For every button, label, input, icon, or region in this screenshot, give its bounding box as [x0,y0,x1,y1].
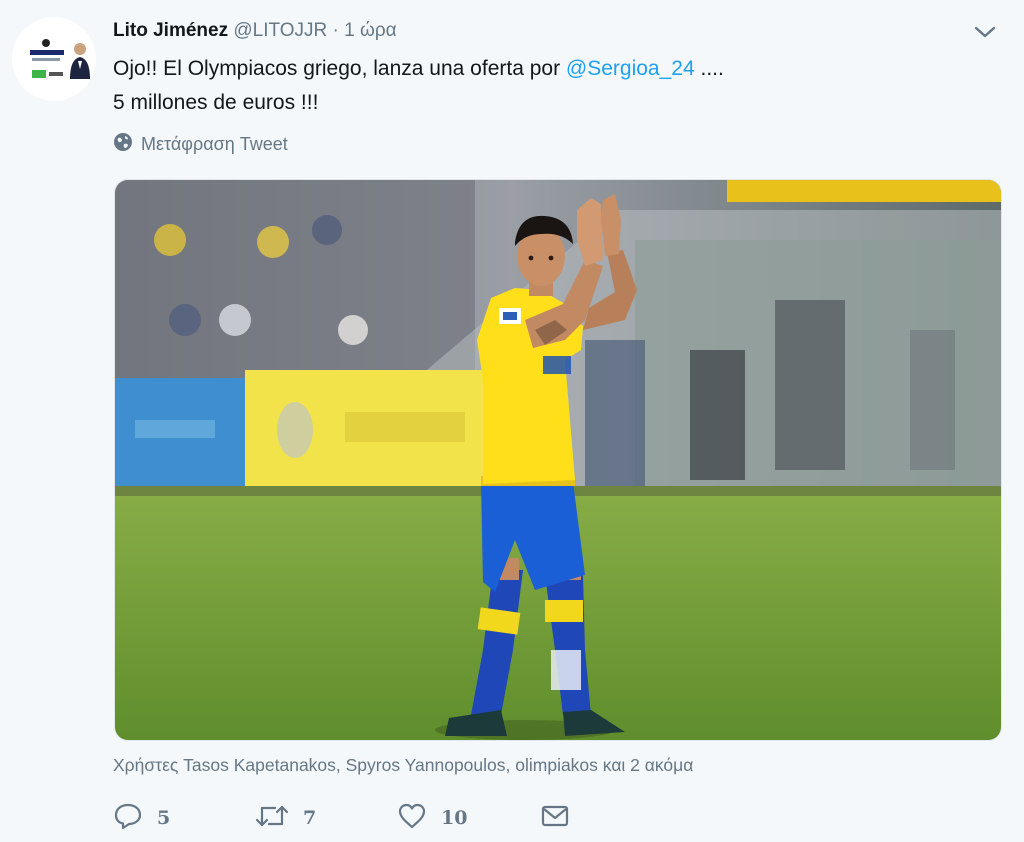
tweet-text: Ojo!! El Olympiacos griego, lanza una of… [113,52,724,120]
tweet-actions: 5 7 10 [113,800,570,836]
tweet-text-part2: .... [694,57,724,80]
author-avatar[interactable] [12,17,96,101]
retweet-icon [255,801,289,836]
chevron-down-icon[interactable] [970,20,1000,44]
tweet-text-part1: Ojo!! El Olympiacos griego, lanza una of… [113,57,566,80]
tweet-timestamp[interactable]: 1 ώρα [344,20,396,41]
photo-football-player [115,180,1001,740]
like-button[interactable]: 10 [397,801,540,836]
retweet-button[interactable]: 7 [255,801,397,836]
mail-icon [540,801,570,836]
avatar-image [12,17,96,101]
translate-label: Μετάφραση Tweet [141,134,288,154]
author-handle[interactable]: @LITOJJR [233,20,327,41]
retweet-count: 7 [303,807,317,829]
tweet-text-line1: Ojo!! El Olympiacos griego, lanza una of… [113,52,724,86]
separator-dot: · [332,20,339,41]
heart-icon [397,801,427,836]
author-name[interactable]: Lito Jiménez [113,20,228,41]
globe-icon [113,132,133,157]
tagged-users[interactable]: Χρήστες Tasos Kapetanakos, Spyros Yannop… [113,755,693,776]
tweet-text-line2: 5 millones de euros !!! [113,91,319,114]
reply-button[interactable]: 5 [113,801,255,836]
like-count: 10 [441,807,468,829]
translate-tweet-link[interactable]: Μετάφραση Tweet [113,132,288,157]
tweet-header: Lito Jiménez @LITOJJR · 1 ώρα [113,18,397,44]
tweet-card: Lito Jiménez @LITOJJR · 1 ώρα Ojo!! El O… [0,0,1024,842]
reply-icon [113,801,143,836]
reply-count: 5 [157,807,171,829]
mention-link[interactable]: @Sergioa_24 [566,57,695,80]
tweet-photo[interactable] [114,179,1002,741]
direct-message-button[interactable] [540,801,570,836]
